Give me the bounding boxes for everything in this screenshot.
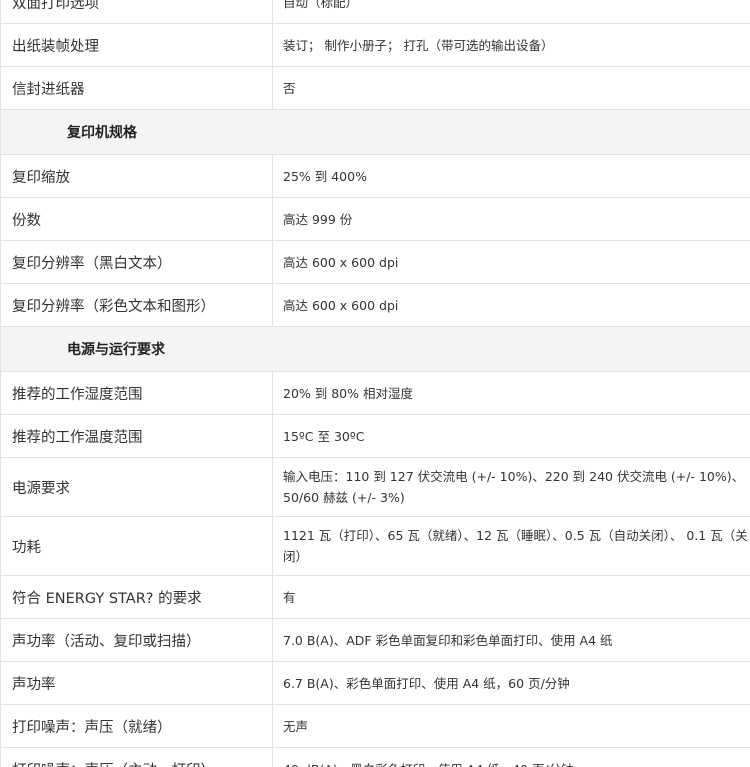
spec-label: 份数: [0, 197, 273, 241]
spec-value: 装订； 制作小册子； 打孔（带可选的输出设备）: [272, 23, 750, 67]
spec-label: 出纸装帧处理: [0, 23, 273, 67]
spec-value: 否: [272, 66, 750, 110]
spec-value: 自动（标配）: [272, 0, 750, 24]
spec-value: 无声: [272, 704, 750, 748]
spec-value: 高达 999 份: [272, 197, 750, 241]
spec-label: 复印分辨率（黑白文本）: [0, 240, 273, 284]
spec-row: 电源要求 输入电压：110 到 127 伏交流电 (+/- 10%)、220 到…: [0, 457, 750, 517]
spec-label: 推荐的工作湿度范围: [0, 371, 273, 415]
spec-value: 6.7 B(A)、彩色单面打印、使用 A4 纸，60 页/分钟: [272, 661, 750, 705]
section-header-copier: 复印机规格: [0, 109, 750, 155]
spec-value: 25% 到 400%: [272, 154, 750, 198]
spec-value: 7.0 B(A)、ADF 彩色单面复印和彩色单面打印、使用 A4 纸: [272, 618, 750, 662]
spec-value: 49 dB(A)、黑白彩色打印、使用 A4 纸，40 页/分钟: [272, 747, 750, 767]
section-header-power: 电源与运行要求: [0, 326, 750, 372]
spec-row: 符合 ENERGY STAR? 的要求 有: [0, 575, 750, 619]
spec-page: 双面打印选项 自动（标配） 出纸装帧处理 装订； 制作小册子； 打孔（带可选的输…: [0, 0, 750, 767]
spec-value: 高达 600 x 600 dpi: [272, 240, 750, 284]
spec-row: 信封进纸器 否: [0, 66, 750, 110]
spec-value: 输入电压：110 到 127 伏交流电 (+/- 10%)、220 到 240 …: [272, 457, 750, 517]
spec-row: 功耗 1121 瓦（打印）、65 瓦（就绪）、12 瓦（睡眠）、0.5 瓦（自动…: [0, 516, 750, 576]
spec-row: 复印分辨率（黑白文本） 高达 600 x 600 dpi: [0, 240, 750, 284]
spec-table: 双面打印选项 自动（标配） 出纸装帧处理 装订； 制作小册子； 打孔（带可选的输…: [0, 0, 750, 767]
spec-value: 有: [272, 575, 750, 619]
spec-row: 打印噪声：声压（主动，打印） 49 dB(A)、黑白彩色打印、使用 A4 纸，4…: [0, 747, 750, 767]
spec-value: 高达 600 x 600 dpi: [272, 283, 750, 327]
spec-label: 打印噪声：声压（主动，打印）: [0, 747, 273, 767]
spec-label: 声功率（活动、复印或扫描）: [0, 618, 273, 662]
spec-label: 打印噪声：声压（就绪）: [0, 704, 273, 748]
spec-row: 打印噪声：声压（就绪） 无声: [0, 704, 750, 748]
section-title: 电源与运行要求: [0, 326, 750, 372]
spec-label: 双面打印选项: [0, 0, 273, 24]
spec-row: 声功率（活动、复印或扫描） 7.0 B(A)、ADF 彩色单面复印和彩色单面打印…: [0, 618, 750, 662]
spec-label: 声功率: [0, 661, 273, 705]
spec-row: 推荐的工作温度范围 15ºC 至 30ºC: [0, 414, 750, 458]
spec-row: 双面打印选项 自动（标配）: [0, 0, 750, 24]
spec-label: 复印分辨率（彩色文本和图形）: [0, 283, 273, 327]
spec-row: 声功率 6.7 B(A)、彩色单面打印、使用 A4 纸，60 页/分钟: [0, 661, 750, 705]
spec-row: 出纸装帧处理 装订； 制作小册子； 打孔（带可选的输出设备）: [0, 23, 750, 67]
spec-value: 1121 瓦（打印）、65 瓦（就绪）、12 瓦（睡眠）、0.5 瓦（自动关闭）…: [272, 516, 750, 576]
spec-row: 推荐的工作湿度范围 20% 到 80% 相对湿度: [0, 371, 750, 415]
spec-label: 推荐的工作温度范围: [0, 414, 273, 458]
spec-label: 复印缩放: [0, 154, 273, 198]
spec-label: 电源要求: [0, 457, 273, 517]
spec-value: 20% 到 80% 相对湿度: [272, 371, 750, 415]
spec-label: 符合 ENERGY STAR? 的要求: [0, 575, 273, 619]
spec-label: 信封进纸器: [0, 66, 273, 110]
spec-row: 份数 高达 999 份: [0, 197, 750, 241]
spec-label: 功耗: [0, 516, 273, 576]
spec-row: 复印缩放 25% 到 400%: [0, 154, 750, 198]
spec-value: 15ºC 至 30ºC: [272, 414, 750, 458]
section-title: 复印机规格: [0, 109, 750, 155]
spec-row: 复印分辨率（彩色文本和图形） 高达 600 x 600 dpi: [0, 283, 750, 327]
